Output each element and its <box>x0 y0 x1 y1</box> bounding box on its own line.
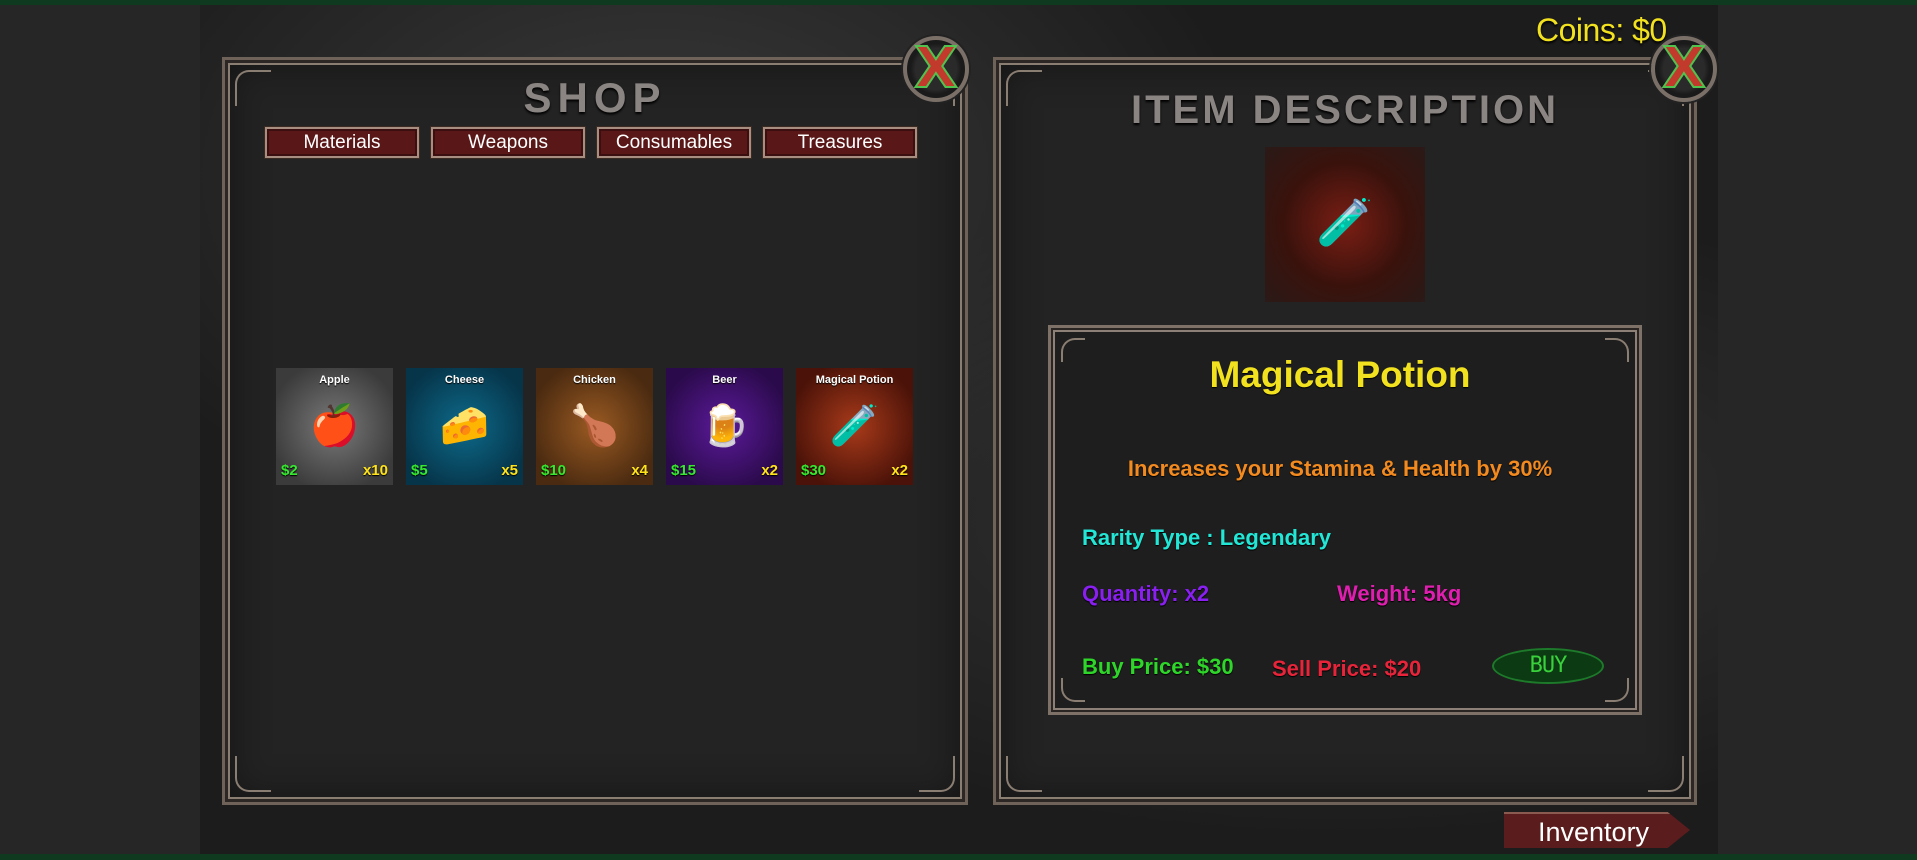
item-quantity: x10 <box>362 462 388 479</box>
close-shop-button[interactable]: X <box>903 36 969 102</box>
ornament-corner <box>919 756 955 792</box>
tab-materials[interactable]: Materials <box>264 126 420 159</box>
potion-icon: 🧪 <box>1316 195 1374 249</box>
tab-consumables[interactable]: Consumables <box>596 126 752 159</box>
buy-button[interactable]: BUY <box>1492 648 1604 684</box>
bottom-bar <box>0 854 1917 860</box>
item-price: $2 <box>281 462 298 479</box>
left-margin <box>0 5 200 854</box>
item-price: $30 <box>801 462 827 479</box>
coins-counter: Coins: $0 <box>1536 12 1667 48</box>
shop-item-apple[interactable]: Apple 🍎 $2 x10 <box>276 368 393 485</box>
item-quantity: x2 <box>761 462 778 479</box>
item-name: Beer <box>712 374 737 386</box>
item-quantity: x5 <box>501 462 518 479</box>
shop-item-beer[interactable]: Beer 🍺 $15 x2 <box>666 368 783 485</box>
close-description-button[interactable]: X <box>1651 36 1717 102</box>
item-price: $5 <box>411 462 428 479</box>
item-quantity-detail: Quantity: x2 <box>1082 581 1210 606</box>
item-price: $10 <box>541 462 567 479</box>
tab-weapons[interactable]: Weapons <box>430 126 586 159</box>
ornament-corner <box>1648 756 1684 792</box>
shop-title: SHOP <box>523 74 667 121</box>
ornament-corner <box>235 756 271 792</box>
item-description-title: ITEM DESCRIPTION <box>1130 88 1560 132</box>
item-buy-price: Buy Price: $30 <box>1082 654 1234 679</box>
ornament-corner <box>1006 756 1042 792</box>
tab-treasures[interactable]: Treasures <box>762 126 918 159</box>
cheese-icon: 🧀 <box>439 403 490 449</box>
item-name: Cheese <box>444 374 485 386</box>
shop-item-cheese[interactable]: Cheese 🧀 $5 x5 <box>406 368 523 485</box>
item-name-heading: Magical Potion <box>1209 354 1471 395</box>
item-price: $15 <box>671 462 697 479</box>
close-icon: X <box>1661 36 1706 101</box>
ornament-corner <box>1061 678 1085 702</box>
beer-mug-icon: 🍺 <box>699 403 750 449</box>
item-name: Magical Potion <box>815 374 894 386</box>
item-name: Apple <box>319 374 350 386</box>
shop-item-magical-potion[interactable]: Magical Potion 🧪 $30 x2 <box>796 368 913 485</box>
item-name: Chicken <box>573 374 616 386</box>
inventory-button[interactable]: Inventory <box>1504 812 1690 848</box>
ornament-corner <box>1605 678 1629 702</box>
apple-icon: 🍎 <box>309 403 360 449</box>
chicken-leg-icon: 🍗 <box>569 403 620 449</box>
item-weight: Weight: 5kg <box>1337 581 1462 606</box>
item-rarity: Rarity Type : Legendary <box>1082 525 1331 550</box>
close-icon: X <box>913 36 958 101</box>
item-quantity: x2 <box>891 462 908 479</box>
item-preview: 🧪 <box>1265 147 1425 302</box>
item-effect: Increases your Stamina & Health by 30% <box>1127 456 1553 481</box>
right-margin <box>1718 5 1917 854</box>
potion-icon: 🧪 <box>829 403 880 449</box>
item-quantity: x4 <box>631 462 648 479</box>
item-sell-price: Sell Price: $20 <box>1272 656 1422 681</box>
shop-item-chicken[interactable]: Chicken 🍗 $10 x4 <box>536 368 653 485</box>
